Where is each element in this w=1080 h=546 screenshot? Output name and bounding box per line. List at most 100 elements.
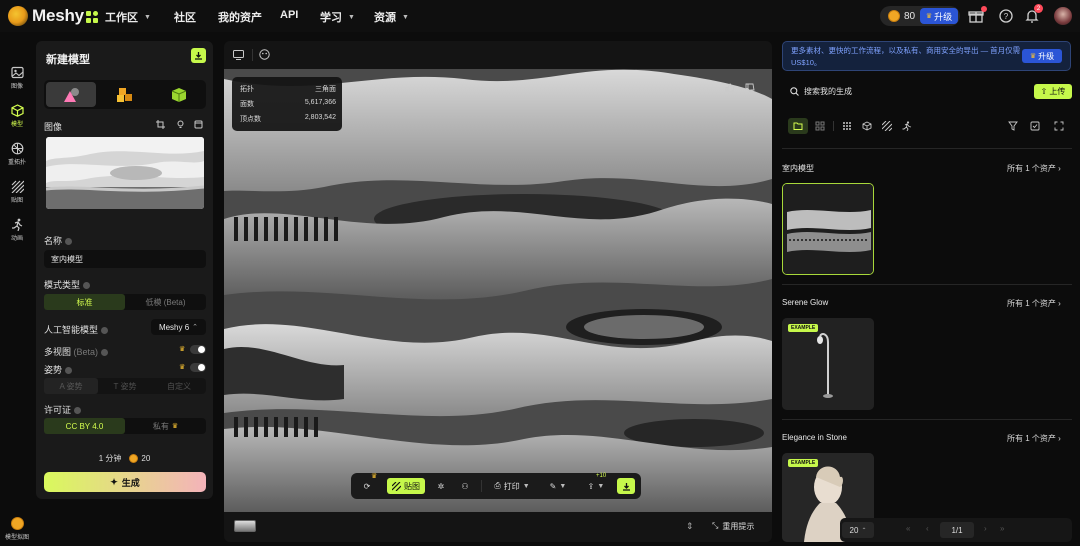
coin-icon — [888, 10, 900, 22]
crop-icon[interactable] — [156, 120, 165, 129]
fullscreen-icon[interactable] — [1054, 121, 1064, 131]
all-types-icon[interactable] — [842, 121, 852, 131]
search-generations[interactable]: 搜索我的生成 — [790, 86, 852, 97]
name-field[interactable]: 室内模型 — [44, 250, 206, 268]
download-button[interactable] — [617, 478, 635, 494]
promo-upgrade-button[interactable]: ♛ 升级 — [1022, 49, 1062, 63]
next-page-icon[interactable]: › — [984, 524, 987, 533]
brand-name: Meshy — [32, 6, 84, 25]
mode-type-label-text: 模式类型 — [44, 280, 81, 290]
pose-a-option[interactable]: A 姿势 — [44, 378, 98, 394]
divider — [252, 49, 253, 61]
stat-value: 三角面 — [315, 86, 336, 93]
delete-image-icon[interactable] — [194, 120, 203, 129]
print-button[interactable]: ⎙ 打印 ▼ — [491, 478, 533, 494]
license-private-option[interactable]: 私有 ♛ — [125, 418, 206, 434]
coin-icon — [10, 517, 24, 530]
section-all-assets-link[interactable]: 所有 1 个资产 › — [1007, 298, 1061, 309]
nav-api[interactable]: API — [280, 9, 298, 21]
rail-item-texture[interactable]: 贴图 — [0, 180, 34, 204]
rail-item-image[interactable]: 图像 — [0, 66, 34, 90]
help-icon[interactable] — [101, 327, 109, 335]
generate-button[interactable]: ✦ 生成 — [44, 472, 206, 492]
asset-card[interactable] — [782, 183, 874, 275]
upgrade-button[interactable]: ♛ 升级 — [920, 8, 958, 24]
divider — [833, 121, 834, 131]
reuse-prompt-button[interactable]: ⤡ 重用提示 — [712, 521, 754, 532]
nav-workspace[interactable]: 工作区 ▼ — [86, 9, 151, 25]
brand-logo[interactable]: Meshy — [8, 6, 84, 26]
pose-t-option[interactable]: T 姿势 — [98, 378, 152, 394]
upload-button[interactable]: ⇧ 上传 — [1034, 84, 1072, 99]
texture-icon[interactable] — [882, 121, 892, 131]
rail-item-label: 贴图 — [10, 198, 23, 204]
lightbulb-icon[interactable] — [176, 120, 185, 129]
refresh-icon: ⟳ — [363, 481, 371, 491]
meshy-logo-icon — [8, 6, 28, 26]
nav-resources[interactable]: 资源 ▼ — [374, 9, 409, 25]
nav-learn[interactable]: 学习 ▼ — [320, 9, 355, 25]
grid-icon — [86, 11, 98, 23]
help-icon[interactable] — [101, 349, 109, 357]
avatar[interactable] — [1054, 7, 1072, 25]
animate-button[interactable]: ⚇ — [457, 478, 473, 494]
help-icon[interactable] — [65, 238, 73, 246]
first-page-icon[interactable]: « — [906, 524, 910, 533]
model-viewport[interactable]: 拓扑 三角面 面数 5,617,366 顶点数 2,803,542 ⟳ ♛ 贴图 ✲ … — [224, 41, 772, 542]
tab-batch[interactable] — [100, 82, 150, 107]
rail-item-retopology[interactable]: 重拓扑 — [0, 142, 34, 166]
svg-text:?: ? — [1004, 12, 1009, 21]
help-icon[interactable]: ? — [998, 8, 1014, 24]
uploaded-image-preview[interactable] — [46, 137, 204, 209]
rail-item-model[interactable]: 模型 — [0, 104, 34, 128]
rail-item-animation[interactable]: 动画 — [0, 218, 34, 242]
thumbs-up-icon[interactable] — [725, 83, 735, 93]
thumbs-down-icon[interactable] — [745, 83, 755, 93]
grid-view-icon[interactable] — [815, 121, 825, 131]
asset-card[interactable]: EXAMPLE — [782, 318, 874, 410]
stat-value: 5,617,366 — [304, 99, 336, 106]
mode-standard-option[interactable]: 标准 — [44, 294, 125, 310]
select-checkbox-icon[interactable] — [1030, 121, 1040, 131]
environment-icon[interactable] — [259, 49, 270, 60]
running-icon[interactable] — [902, 121, 912, 131]
texture-button[interactable]: 贴图 — [387, 478, 425, 494]
page-size-select[interactable]: 20 ⌃ — [842, 522, 874, 538]
monitor-icon[interactable] — [233, 50, 244, 60]
interior-image-thumbnail — [46, 137, 204, 209]
export-button[interactable]: ⇪ ▼ — [585, 478, 607, 494]
tab-image-to-3d[interactable] — [46, 82, 96, 107]
prev-page-icon[interactable]: ‹ — [926, 524, 929, 533]
cube-icon[interactable] — [862, 121, 872, 131]
pose-custom-option[interactable]: 自定义 — [152, 378, 206, 394]
batch-cubes-icon — [117, 87, 132, 102]
retopo-icon: ✲ — [437, 481, 445, 491]
rail-item-bottom[interactable]: 模型拟图 — [0, 517, 34, 541]
tab-multiview[interactable] — [154, 82, 204, 107]
nav-community[interactable]: 社区 — [174, 9, 196, 25]
model-render-canvas[interactable] — [224, 69, 772, 512]
pose-toggle[interactable] — [190, 363, 206, 372]
section-all-assets-link[interactable]: 所有 1 个资产 › — [1007, 163, 1061, 174]
style-button[interactable]: ✎ ▼ — [547, 478, 569, 494]
help-icon[interactable] — [74, 407, 82, 415]
updown-chevron-icon[interactable]: ⇕ — [686, 521, 694, 532]
folder-view-button[interactable] — [788, 118, 808, 134]
mode-lowpoly-option[interactable]: 低模 (Beta) — [125, 294, 206, 310]
reference-thumbnail[interactable] — [234, 520, 256, 532]
refresh-button[interactable]: ⟳ — [359, 478, 375, 494]
last-page-icon[interactable]: » — [1000, 524, 1004, 533]
section-all-assets-link[interactable]: 所有 1 个资产 › — [1007, 433, 1061, 444]
help-icon[interactable] — [65, 367, 73, 375]
chevron-down-icon: ▼ — [597, 482, 605, 490]
ai-model-select[interactable]: Meshy 6 ⌃ — [151, 319, 206, 335]
help-icon[interactable] — [83, 282, 91, 290]
retopo-button[interactable]: ✲ — [433, 478, 449, 494]
page-indicator[interactable]: 1/1 — [940, 522, 974, 538]
nav-my-assets[interactable]: 我的资产 — [218, 9, 262, 25]
filter-icon[interactable] — [1008, 121, 1018, 131]
panel-download-button[interactable] — [191, 48, 206, 63]
license-ccby-option[interactable]: CC BY 4.0 — [44, 418, 125, 434]
search-icon — [790, 87, 799, 96]
multiview-toggle[interactable] — [190, 345, 206, 354]
